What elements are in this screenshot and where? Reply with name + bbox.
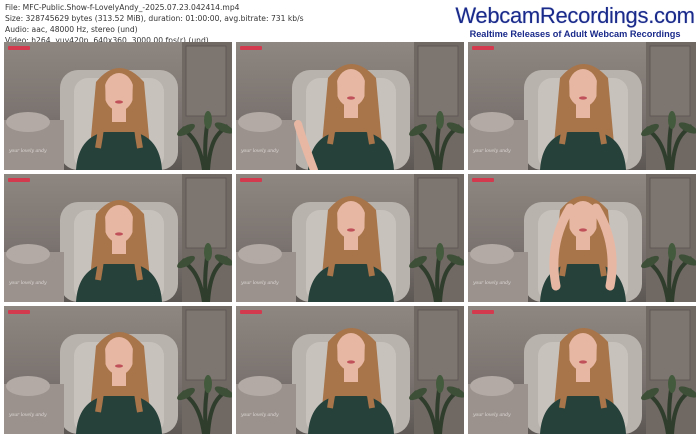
watermark-handle: your lovely andy [241,149,279,154]
live-badge [8,178,30,182]
lips [347,360,355,364]
face [336,333,366,371]
face [104,205,134,243]
lips [115,100,123,104]
pillow [470,112,514,132]
thumbnail-frame: your lovely andy [468,174,696,302]
live-badge [240,310,262,314]
door-inset [417,177,459,249]
pillow [238,112,282,132]
site-tagline: Realtime Releases of Adult Webcam Record… [469,29,681,39]
watermark-handle: your lovely andy [241,281,279,286]
door-inset [185,45,227,117]
watermark-handle: your lovely andy [241,413,279,418]
thumbnail-frame: your lovely andy [236,306,464,434]
door-inset [417,45,459,117]
pillow [238,244,282,264]
pillow [6,376,50,396]
pillow [470,244,514,264]
door-inset [649,177,691,249]
watermark-handle: your lovely andy [9,281,47,286]
site-logo: WebcamRecordings.com Realtime Releases o… [455,3,695,40]
watermark-handle: your lovely andy [473,281,511,286]
pillow [470,376,514,396]
pillow [6,112,50,132]
door-inset [185,177,227,249]
door-inset [649,45,691,117]
live-badge [240,178,262,182]
face [336,69,366,107]
face [568,69,598,107]
face [104,73,134,111]
face [568,333,598,371]
face [336,201,366,239]
audio-info-line: Audio: aac, 48000 Hz, stereo (und) [5,25,138,34]
pillow [238,376,282,396]
live-badge [472,178,494,182]
thumbnail-frame: your lovely andy [236,174,464,302]
watermark-handle: your lovely andy [9,413,47,418]
live-badge [8,310,30,314]
lips [115,364,123,368]
watermark-handle: your lovely andy [9,149,47,154]
lips [115,232,123,236]
thumbnail-frame: your lovely andy [468,306,696,434]
file-info: File: MFC-Public.Show-f-LovelyAndy_-2025… [5,2,304,46]
door-inset [417,309,459,381]
thumbnail-grid: your lovely andy your lovely andy your l… [4,42,696,434]
thumbnail-frame: your lovely andy [236,42,464,170]
live-badge [472,310,494,314]
pillow [6,244,50,264]
lips [579,360,587,364]
lips [347,228,355,232]
door-inset [185,309,227,381]
thumbnail-frame: your lovely andy [468,42,696,170]
door-inset [649,309,691,381]
lips [579,96,587,100]
lips [579,228,587,232]
site-name: WebcamRecordings.com [455,3,695,28]
thumbnail-frame: your lovely andy [4,42,232,170]
file-size-line: Size: 328745629 bytes (313.52 MiB), dura… [5,14,304,23]
live-badge [8,46,30,50]
thumbnail-frame: your lovely andy [4,174,232,302]
face [104,337,134,375]
file-name-line: File: MFC-Public.Show-f-LovelyAndy_-2025… [5,3,240,12]
watermark-handle: your lovely andy [473,149,511,154]
watermark-handle: your lovely andy [473,413,511,418]
thumbnail-frame: your lovely andy [4,306,232,434]
lips [347,96,355,100]
live-badge [240,46,262,50]
live-badge [472,46,494,50]
